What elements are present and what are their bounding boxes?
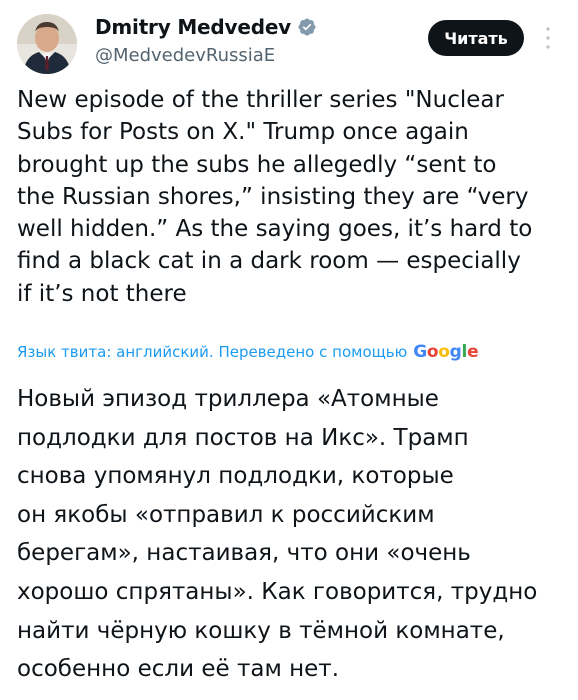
translated-line: снова упомянул подлодки, которые (17, 463, 454, 490)
translation-note[interactable]: Язык твита: английский. Переведено с пом… (17, 340, 479, 364)
name-row: Dmitry Medvedev (95, 13, 317, 41)
author-name[interactable]: Dmitry Medvedev (95, 15, 291, 39)
tweet-line: the Russian shores,” insisting they are … (17, 183, 529, 210)
tweet-line: well hidden.” As the saying goes, it’s h… (17, 216, 533, 243)
translated-text: Новый эпизод триллера «Атомные подлодки … (17, 380, 567, 689)
avatar-image (17, 14, 77, 74)
verified-badge-icon[interactable] (297, 17, 317, 37)
translated-line: подлодки для постов на Икс». Трамп (17, 424, 469, 451)
google-logo: Google (413, 342, 479, 362)
author-block: Dmitry Medvedev @MedvedevRussiaE (95, 13, 317, 66)
translated-line: хорошо спрятаны». Как говорится, трудно (17, 578, 538, 605)
tweet-line: if it’s not there (17, 280, 187, 307)
author-handle[interactable]: @MedvedevRussiaE (95, 45, 317, 66)
read-button[interactable]: Читать (428, 20, 524, 56)
translated-line: Новый эпизод триллера «Атомные (17, 386, 439, 412)
translated-line: найти чёрную кошку в тёмной комнате, (17, 617, 505, 644)
tweet-line: New episode of the thriller series "Nucl… (17, 87, 504, 113)
tweet-text: New episode of the thriller series "Nucl… (17, 84, 567, 310)
translation-note-text: Язык твита: английский. Переведено с пом… (17, 343, 408, 361)
tweet-line: Subs for Posts on X." Trump once again (17, 119, 469, 146)
avatar[interactable] (17, 14, 77, 74)
translated-line: берегам», настаивая, что они «очень (17, 540, 471, 567)
translated-line: особенно если её там нет. (17, 656, 339, 683)
more-vertical-icon[interactable] (544, 23, 552, 53)
tweet-line: brought up the subs he allegedly “sent t… (17, 151, 497, 178)
translated-line: он якобы «отправил к российским (17, 501, 435, 528)
tweet-line: find a black cat in a dark room — especi… (17, 248, 521, 275)
tweet-header: Dmitry Medvedev @MedvedevRussiaE Читать (0, 0, 578, 80)
